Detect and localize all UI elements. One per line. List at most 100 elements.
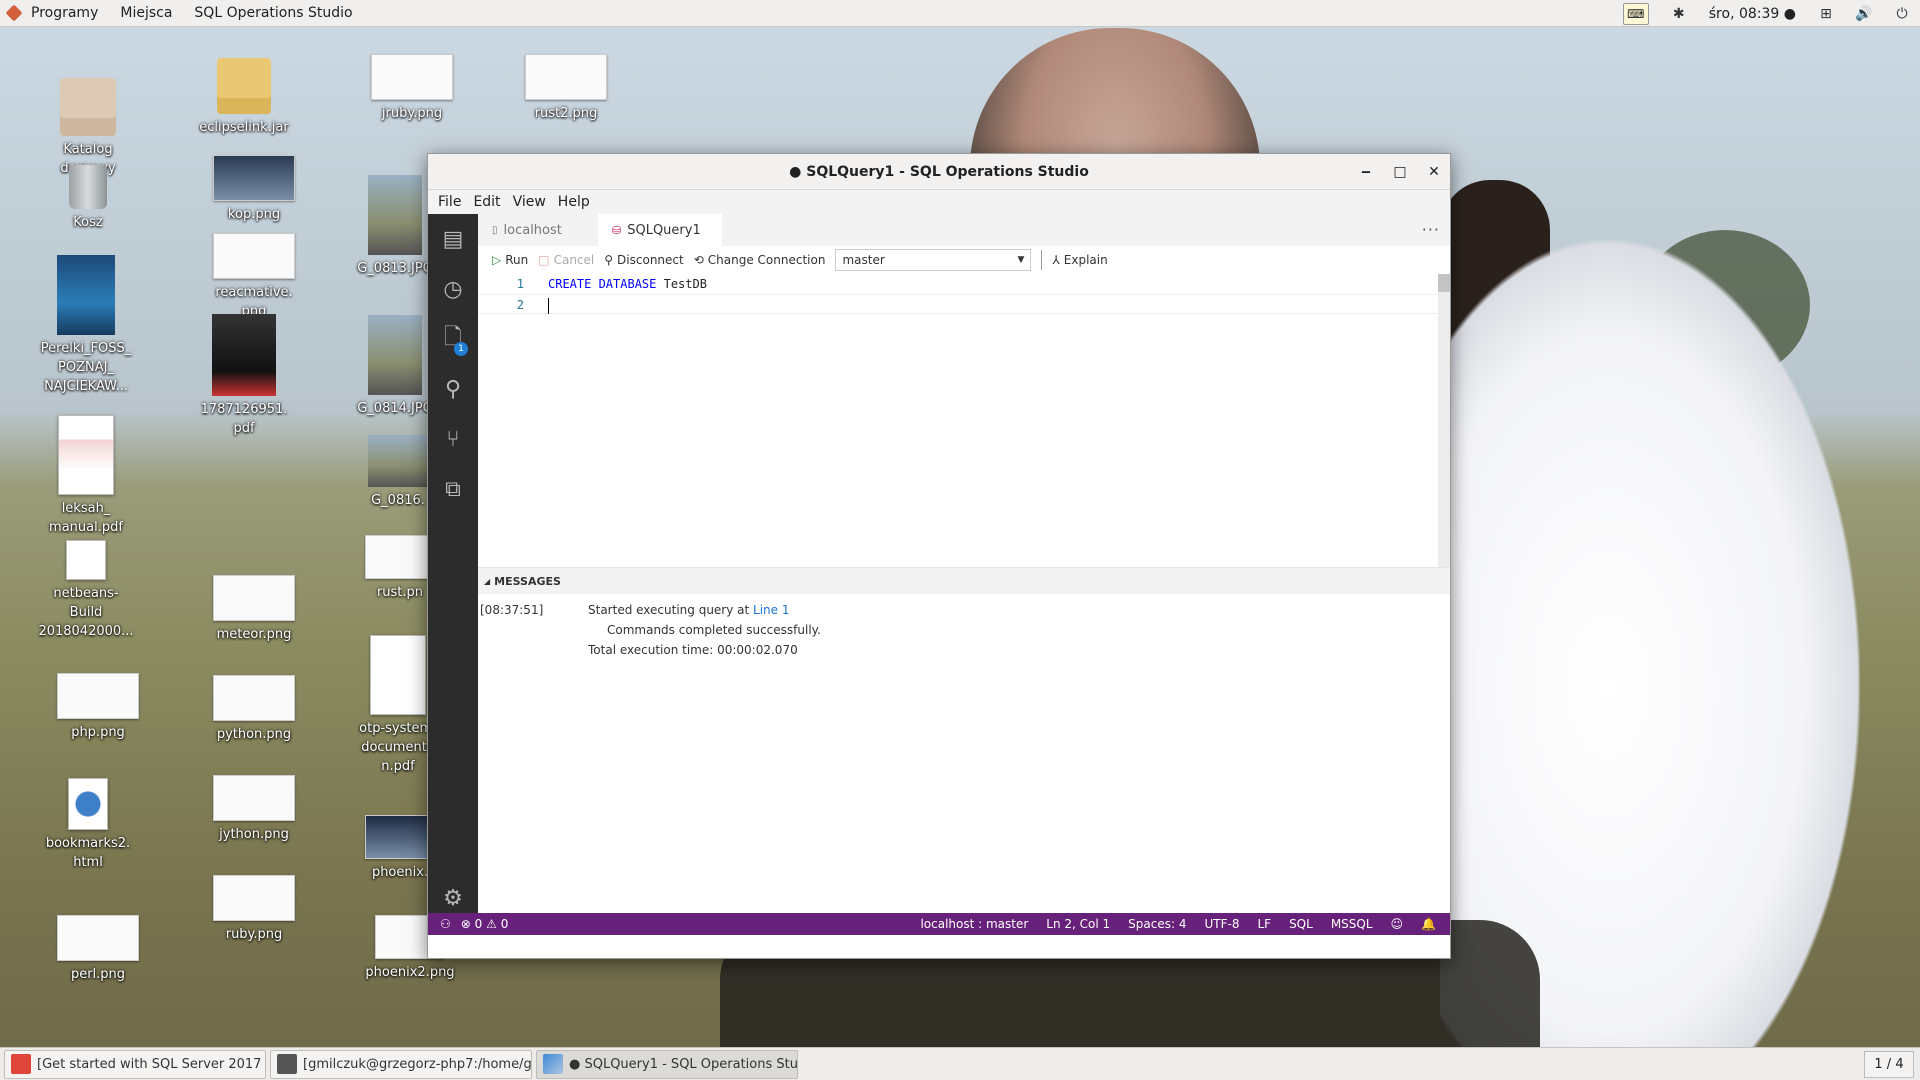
desktop-icon-jruby[interactable]: jruby.png [362, 54, 462, 123]
image-thumbnail-icon [365, 815, 435, 859]
extensions-icon[interactable]: ⧉ [428, 464, 478, 514]
encoding[interactable]: UTF-8 [1204, 917, 1239, 931]
desktop-icon-home[interactable]: Katalog domowy [38, 78, 138, 178]
desktop-icon-bookmarks[interactable]: bookmarks2. html [38, 778, 138, 872]
line-ending[interactable]: LF [1257, 917, 1271, 931]
image-thumbnail-icon [213, 875, 295, 921]
desktop-icon-meteor[interactable]: meteor.png [204, 575, 304, 644]
desktop-icon-leksah[interactable]: leksah_ manual.pdf [36, 415, 136, 537]
line-link[interactable]: Line 1 [753, 603, 789, 617]
home-folder-icon [60, 78, 116, 136]
change-connection-button[interactable]: ⟲ Change Connection [694, 253, 826, 267]
task-sql-ops-studio[interactable]: ● SQLQuery1 - SQL Operations Stu... [536, 1049, 798, 1079]
desktop-icon-perelki[interactable]: Perelki_FOSS_ POZNAJ_ NAJCIEKAW... [36, 255, 136, 396]
toolbar-divider [1041, 250, 1043, 270]
language-mode[interactable]: SQL [1289, 917, 1313, 931]
document-icon [66, 540, 106, 580]
line-content: CREATE DATABASE TestDB [524, 274, 707, 294]
photo-thumbnail-icon [368, 315, 422, 395]
vivaldi-icon [11, 1054, 31, 1074]
code-line: 1 CREATE DATABASE TestDB [478, 274, 1450, 294]
indentation[interactable]: Spaces: 4 [1128, 917, 1186, 931]
network-icon[interactable]: ⊞ [1818, 6, 1834, 22]
maximize-button[interactable]: □ [1392, 164, 1408, 180]
menu-view[interactable]: View [507, 194, 552, 210]
clock[interactable]: śro, 08:39 ● [1709, 6, 1796, 22]
pdf-document-icon [58, 415, 114, 495]
photo-thumbnail-icon [368, 175, 422, 255]
desktop-icon-eclipselink[interactable]: eclipselink.jar [194, 58, 294, 137]
source-control-icon[interactable]: ⑂ [428, 414, 478, 464]
menu-programy[interactable]: Programy [20, 0, 109, 27]
cursor-position[interactable]: Ln 2, Col 1 [1046, 917, 1110, 931]
connection-info[interactable]: localhost : master [920, 917, 1028, 931]
explorer-icon[interactable]: 🗋 1 [428, 314, 478, 364]
desktop-icon-netbeans[interactable]: netbeans- Build 2018042000... [36, 540, 136, 641]
menu-file[interactable]: File [432, 194, 467, 210]
message-timestamp: [08:37:51] [480, 603, 544, 617]
window-titlebar[interactable]: ● SQLQuery1 - SQL Operations Studio ‒ □ … [428, 154, 1450, 190]
feedback-smiley-icon[interactable]: ☺ [1391, 917, 1404, 931]
keyboard-lock-icon[interactable]: ⌨ [1622, 2, 1649, 25]
messages-header[interactable]: ◢ MESSAGES [478, 568, 1450, 594]
provider[interactable]: MSSQL [1331, 917, 1373, 931]
desktop-icon-rust2[interactable]: rust2.png [516, 54, 616, 123]
sql-ops-studio-icon [543, 1054, 563, 1074]
tab-localhost[interactable]: ▯ localhost [478, 214, 598, 246]
desktop-icon-kop[interactable]: kop.png [204, 155, 304, 224]
connection-status-icon[interactable]: ⚇ [440, 917, 451, 931]
problems-indicator[interactable]: ⊗ 0 ⚠ 0 [461, 917, 509, 931]
image-thumbnail-icon [213, 233, 295, 279]
scrollbar-thumb[interactable] [1438, 274, 1450, 292]
plug-icon: ⚲ [604, 253, 614, 267]
minimize-button[interactable]: ‒ [1358, 164, 1374, 180]
run-button[interactable]: ▷ Run [492, 253, 528, 267]
task-vivaldi[interactable]: [Get started with SQL Server 2017 ... [4, 1049, 266, 1079]
search-icon[interactable]: ⚲ [428, 364, 478, 414]
desktop-icon-reacmative[interactable]: reacmative. png [204, 233, 304, 321]
notifications-bell-icon[interactable]: 🔔 [1421, 917, 1436, 931]
desktop-icon-jython[interactable]: jython.png [204, 775, 304, 844]
code-line-current: 2 [478, 294, 1450, 314]
menu-help[interactable]: Help [552, 194, 596, 210]
editor-area: ▯ localhost ⛁ SQLQuery1 ··· ▷ Run □ Canc… [478, 214, 1450, 935]
editor-scrollbar[interactable] [1438, 274, 1450, 567]
messages-panel: [08:37:51] Started executing query at Li… [478, 594, 1450, 935]
desktop-icon-php[interactable]: php.png [48, 673, 148, 742]
server-tab-icon: ▯ [492, 224, 498, 236]
more-actions-icon[interactable]: ··· [1422, 220, 1440, 239]
task-terminal[interactable]: [gmilczuk@grzegorz-php7:/home/g... [270, 1049, 532, 1079]
power-icon[interactable]: ⏻ [1894, 6, 1910, 22]
volume-icon[interactable]: 🔊 [1855, 6, 1872, 22]
menu-active-app[interactable]: SQL Operations Studio [183, 0, 363, 27]
close-button[interactable]: ✕ [1426, 164, 1442, 180]
image-thumbnail-icon [371, 54, 453, 100]
collapse-triangle-icon: ◢ [484, 576, 491, 586]
cancel-button[interactable]: □ Cancel [538, 253, 594, 267]
desktop-icon-ruby[interactable]: ruby.png [204, 875, 304, 944]
menu-miejsca[interactable]: Miejsca [109, 0, 183, 27]
tab-sqlquery1[interactable]: ⛁ SQLQuery1 [598, 214, 722, 246]
image-thumbnail-icon [213, 775, 295, 821]
explain-icon: ⅄ [1052, 253, 1060, 267]
explain-button[interactable]: ⅄ Explain [1052, 253, 1107, 267]
image-thumbnail-icon [525, 54, 607, 100]
database-select[interactable]: master ▼ [835, 249, 1032, 271]
desktop-icon-selinux[interactable]: 1787126951. pdf [194, 314, 294, 438]
servers-icon[interactable]: ▤ [428, 214, 478, 264]
accessibility-icon[interactable]: ✱ [1671, 6, 1687, 22]
code-editor[interactable]: 1 CREATE DATABASE TestDB 2 [478, 274, 1450, 568]
tab-bar: ▯ localhost ⛁ SQLQuery1 ··· [478, 214, 1450, 246]
menubar: File Edit View Help [428, 190, 1450, 214]
workspace-pager[interactable]: 1 / 4 [1864, 1050, 1914, 1078]
explorer-badge: 1 [454, 342, 468, 356]
message-row: Total execution time: 00:00:02.070 [478, 640, 1450, 660]
desktop-icon-perl[interactable]: perl.png [48, 915, 148, 984]
history-icon[interactable]: ◷ [428, 264, 478, 314]
disconnect-button[interactable]: ⚲ Disconnect [604, 253, 683, 267]
message-row: Commands completed successfully. [478, 620, 1450, 640]
menu-edit[interactable]: Edit [467, 194, 506, 210]
image-thumbnail-icon [213, 675, 295, 721]
desktop-icon-python[interactable]: python.png [204, 675, 304, 744]
desktop-icon-trash[interactable]: Kosz [38, 165, 138, 232]
